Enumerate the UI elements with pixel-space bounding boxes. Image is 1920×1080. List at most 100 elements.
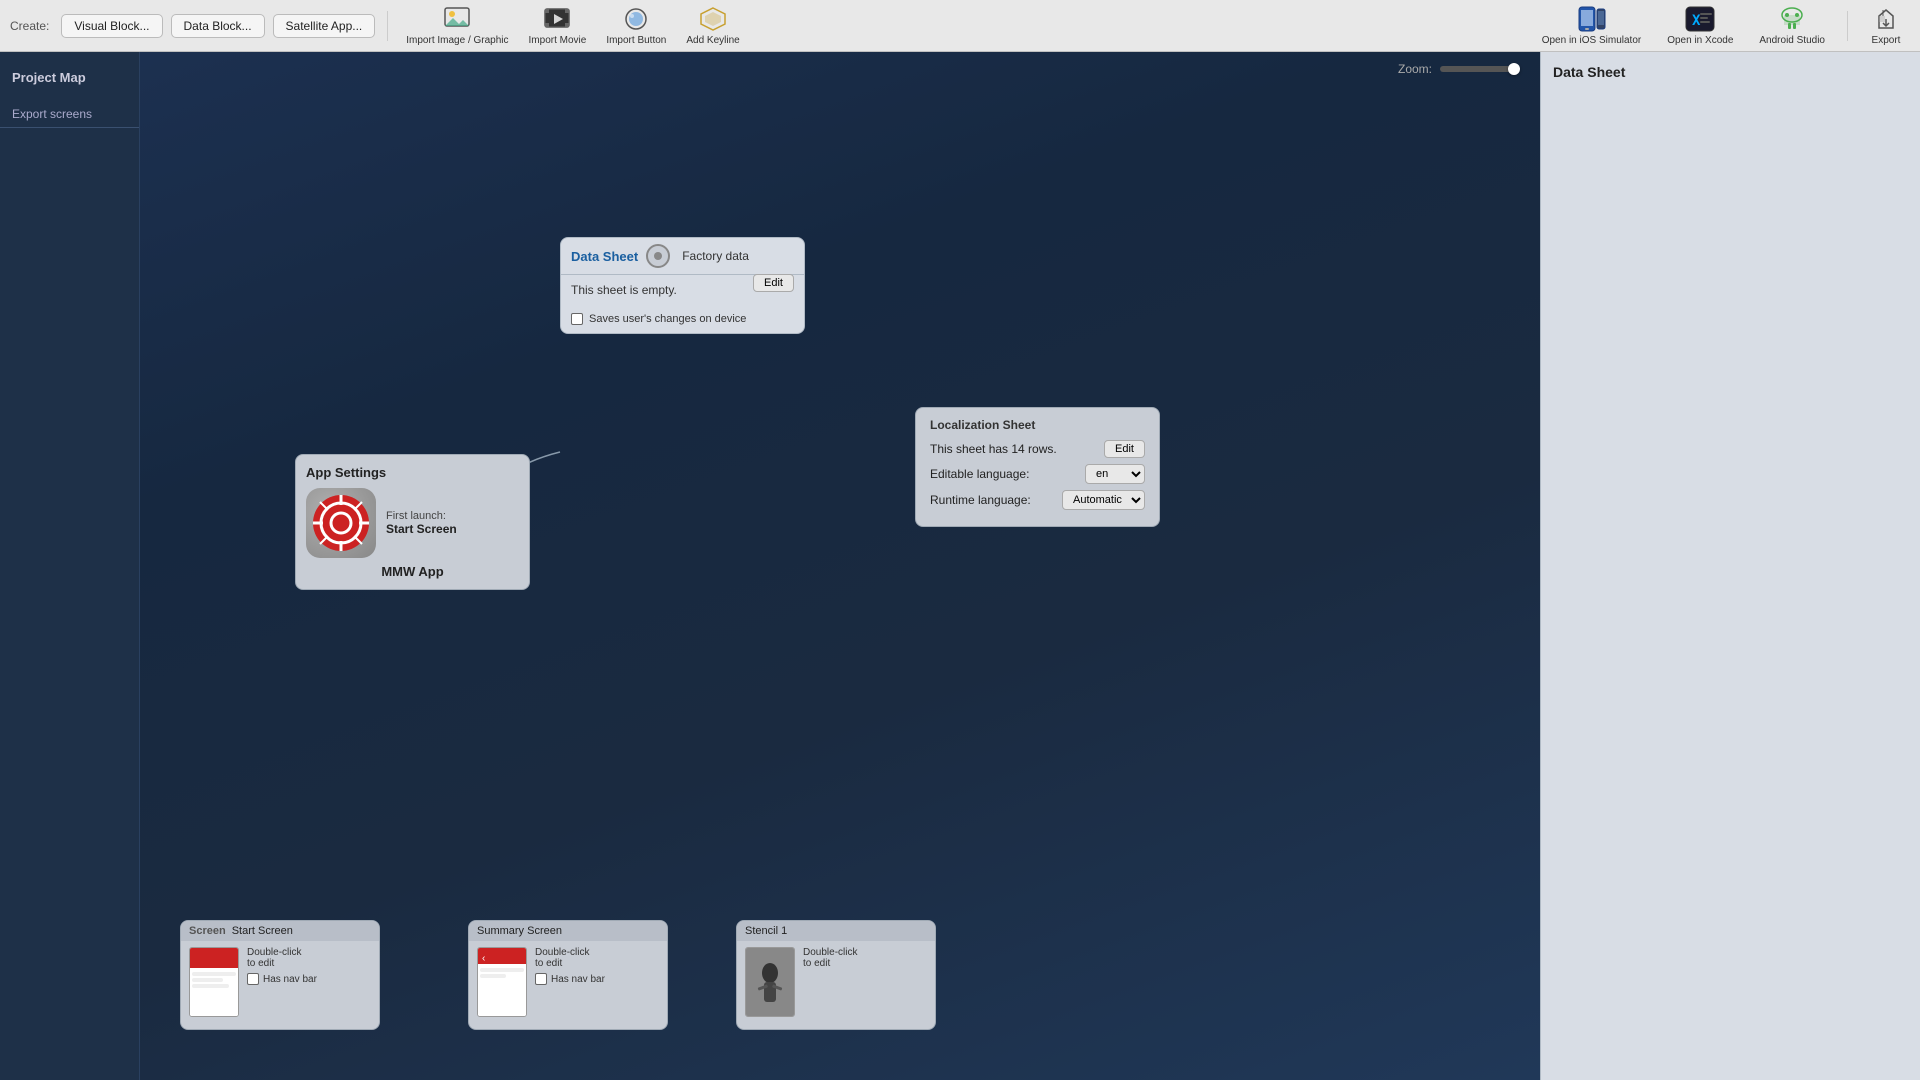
data-sheet-title: Data Sheet — [571, 249, 638, 264]
export-button[interactable]: Export — [1862, 3, 1910, 48]
import-movie-icon — [541, 5, 573, 33]
add-keyline-label: Add Keyline — [686, 35, 739, 46]
localization-runtime-row: Runtime language: Automatic — [930, 490, 1145, 510]
import-image-button[interactable]: Import Image / Graphic — [400, 3, 514, 48]
screen-label: Screen — [189, 925, 226, 937]
localization-rows-text: This sheet has 14 rows. — [930, 442, 1104, 456]
open-xcode-button[interactable]: X Open in Xcode — [1659, 3, 1741, 48]
import-image-icon — [441, 5, 473, 33]
zoom-slider-thumb — [1508, 63, 1520, 75]
app-settings-body: First launch: Start Screen — [306, 488, 519, 558]
screen-summary-body: ‹ Double-clickto edit Has nav bar — [469, 941, 667, 1023]
project-map-label: Project Map — [0, 62, 139, 97]
saves-text: Saves user's changes on device — [589, 313, 746, 325]
start-nav-checkbox[interactable] — [247, 973, 259, 985]
data-sheet-edit-button[interactable]: Edit — [753, 274, 794, 292]
data-block-button[interactable]: Data Block... — [171, 14, 265, 38]
screen-start-info: Double-clickto edit Has nav bar — [247, 947, 317, 985]
saves-checkbox[interactable] — [571, 313, 583, 325]
toolbar-separator-right — [1847, 11, 1848, 41]
editable-language-label: Editable language: — [930, 467, 1085, 481]
screen-start-preview[interactable] — [189, 947, 239, 1017]
screen-start-body: Double-clickto edit Has nav bar — [181, 941, 379, 1023]
screen-start-double-click: Double-clickto edit — [247, 947, 317, 969]
screen-stencil-header: Stencil 1 — [737, 921, 935, 941]
stencil-image — [750, 958, 790, 1008]
import-button-icon — [620, 5, 652, 33]
open-ios-label: Open in iOS Simulator — [1542, 35, 1642, 46]
screen-summary-double-click: Double-clickto edit — [535, 947, 605, 969]
svg-text:X: X — [1692, 13, 1701, 29]
mmw-logo-icon — [311, 493, 371, 553]
app-settings-info: First launch: Start Screen — [386, 510, 457, 536]
screen-start-card: Screen Start Screen Double-clickto edit — [180, 920, 380, 1030]
localization-rows-row: This sheet has 14 rows. Edit — [930, 440, 1145, 458]
screen-summary-card: Summary Screen ‹ Double-clickto edit — [468, 920, 668, 1030]
screen-start-title: Start Screen — [232, 925, 293, 937]
ios-simulator-icon — [1575, 5, 1607, 33]
screen-stencil-preview[interactable] — [745, 947, 795, 1017]
zoom-label: Zoom: — [1398, 62, 1432, 76]
xcode-icon: X — [1684, 5, 1716, 33]
left-sidebar: Project Map Export screens — [0, 52, 140, 1080]
screen-start-header: Screen Start Screen — [181, 921, 379, 941]
import-button-label: Import Button — [606, 35, 666, 46]
import-button-button[interactable]: Import Button — [600, 3, 672, 48]
screen-start-nav-row: Has nav bar — [247, 973, 317, 985]
android-studio-label: Android Studio — [1759, 35, 1825, 46]
data-sheet-header: Data Sheet Factory data — [561, 238, 804, 275]
zoom-slider[interactable] — [1440, 66, 1520, 72]
zoom-bar: Zoom: — [1398, 62, 1520, 76]
export-screens-button[interactable]: Export screens — [0, 101, 139, 128]
open-xcode-label: Open in Xcode — [1667, 35, 1733, 46]
editable-language-select[interactable]: en — [1085, 464, 1145, 484]
localization-edit-button[interactable]: Edit — [1104, 440, 1145, 458]
data-sheet-empty-text: This sheet is empty. — [571, 283, 677, 297]
start-nav-label: Has nav bar — [263, 974, 317, 985]
toolbar-separator-1 — [387, 11, 388, 41]
add-keyline-icon — [697, 5, 729, 33]
factory-data-label: Factory data — [682, 249, 749, 263]
android-studio-button[interactable]: Android Studio — [1751, 3, 1833, 48]
visual-block-button[interactable]: Visual Block... — [61, 14, 162, 38]
first-launch-label: First launch: — [386, 510, 457, 522]
toolbar-right: Open in iOS Simulator X Open in Xcode — [1534, 3, 1910, 48]
screen-summary-info: Double-clickto edit Has nav bar — [535, 947, 605, 985]
main-area: Project Map Export screens Zoom: Data Sh… — [0, 52, 1920, 1080]
screen-summary-nav-row: Has nav bar — [535, 973, 605, 985]
satellite-app-button[interactable]: Satellite App... — [273, 14, 376, 38]
right-panel: Data Sheet — [1540, 52, 1920, 1080]
localization-editable-row: Editable language: en — [930, 464, 1145, 484]
mmw-app-label: MMW App — [306, 564, 519, 579]
open-ios-button[interactable]: Open in iOS Simulator — [1534, 3, 1650, 48]
screen-stencil-title: Stencil 1 — [745, 925, 787, 937]
runtime-language-select[interactable]: Automatic — [1062, 490, 1145, 510]
summary-red-bar: ‹ — [478, 948, 526, 964]
export-icon — [1870, 5, 1902, 33]
app-icon — [306, 488, 376, 558]
screen-stencil-body: Double-clickto edit — [737, 941, 935, 1023]
import-image-label: Import Image / Graphic — [406, 35, 508, 46]
screen-stencil-info: Double-clickto edit — [803, 947, 857, 969]
screen-summary-title: Summary Screen — [477, 925, 562, 937]
import-movie-button[interactable]: Import Movie — [523, 3, 593, 48]
android-studio-icon — [1776, 5, 1808, 33]
summary-nav-checkbox[interactable] — [535, 973, 547, 985]
runtime-language-label: Runtime language: — [930, 493, 1062, 507]
add-keyline-button[interactable]: Add Keyline — [680, 3, 745, 48]
right-panel-title: Data Sheet — [1553, 64, 1908, 80]
import-movie-label: Import Movie — [529, 35, 587, 46]
data-sheet-connector-dot[interactable] — [646, 244, 670, 268]
localization-card: Localization Sheet This sheet has 14 row… — [915, 407, 1160, 527]
create-label: Create: — [10, 19, 49, 33]
localization-title: Localization Sheet — [930, 418, 1145, 432]
summary-nav-label: Has nav bar — [551, 974, 605, 985]
toolbar: Create: Visual Block... Data Block... Sa… — [0, 0, 1920, 52]
screen-summary-preview[interactable]: ‹ — [477, 947, 527, 1017]
canvas[interactable]: Zoom: Data Sheet Factory data This sheet… — [140, 52, 1540, 1080]
screen-summary-header: Summary Screen — [469, 921, 667, 941]
start-screen-label: Start Screen — [386, 522, 457, 536]
data-sheet-card: Data Sheet Factory data This sheet is em… — [560, 237, 805, 334]
app-settings-card: App Settings — [295, 454, 530, 590]
data-sheet-saves-row: Saves user's changes on device — [571, 313, 794, 325]
